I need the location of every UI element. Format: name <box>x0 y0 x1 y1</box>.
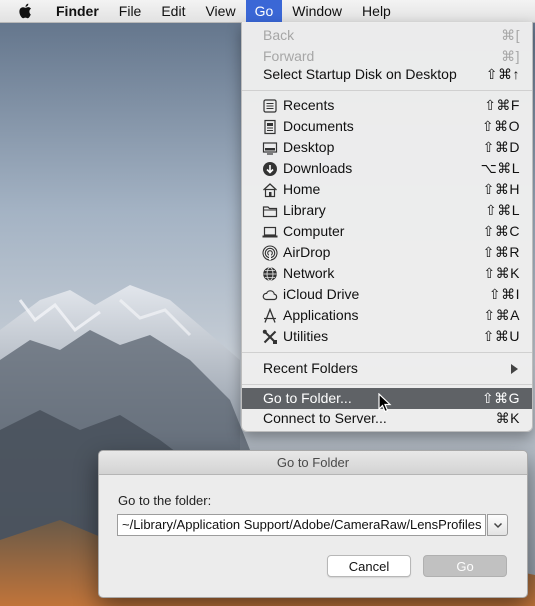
menu-separator <box>242 90 532 91</box>
menu-item-recents[interactable]: Recents ⇧⌘F <box>242 95 532 116</box>
chevron-down-icon <box>493 522 503 529</box>
menu-item-recent-folders[interactable]: Recent Folders <box>242 358 532 379</box>
path-history-dropdown[interactable] <box>487 514 508 536</box>
menu-item-utilities[interactable]: Utilities ⇧⌘U <box>242 326 532 347</box>
recents-icon <box>262 98 278 114</box>
menu-item-network[interactable]: Network ⇧⌘K <box>242 263 532 284</box>
menu-item-downloads[interactable]: Downloads ⌥⌘L <box>242 158 532 179</box>
applications-icon <box>262 308 278 324</box>
menu-item-startup-disk[interactable]: Select Startup Disk on Desktop ⇧⌘↑ <box>242 64 532 85</box>
go-to-folder-dialog: Go to Folder Go to the folder: ~/Library… <box>98 450 528 598</box>
menu-item-library[interactable]: Library ⇧⌘L <box>242 200 532 221</box>
utilities-icon <box>262 329 278 345</box>
menu-separator <box>242 352 532 353</box>
menu-file[interactable]: File <box>109 0 152 22</box>
library-folder-icon <box>262 203 278 219</box>
menu-edit[interactable]: Edit <box>151 0 195 22</box>
menu-item-desktop[interactable]: Desktop ⇧⌘D <box>242 137 532 158</box>
desktop-icon <box>262 140 278 156</box>
menu-go[interactable]: Go <box>245 0 283 22</box>
computer-icon <box>262 224 278 240</box>
menu-separator <box>242 384 532 385</box>
menu-help[interactable]: Help <box>352 0 401 22</box>
go-button[interactable]: Go <box>423 555 507 577</box>
go-menu: Back ⌘[ Forward ⌘] Select Startup Disk o… <box>241 22 533 432</box>
menu-item-airdrop[interactable]: AirDrop ⇧⌘R <box>242 242 532 263</box>
mouse-pointer-icon <box>378 393 392 413</box>
menu-item-documents[interactable]: Documents ⇧⌘O <box>242 116 532 137</box>
menu-item-computer[interactable]: Computer ⇧⌘C <box>242 221 532 242</box>
apple-menu-icon[interactable] <box>0 0 46 22</box>
menu-item-applications[interactable]: Applications ⇧⌘A <box>242 305 532 326</box>
menu-window[interactable]: Window <box>282 0 352 22</box>
menu-finder[interactable]: Finder <box>46 0 109 22</box>
dialog-prompt: Go to the folder: <box>118 493 212 508</box>
downloads-icon <box>262 161 278 177</box>
airdrop-icon <box>262 245 278 261</box>
menu-item-icloud-drive[interactable]: iCloud Drive ⇧⌘I <box>242 284 532 305</box>
menu-item-home[interactable]: Home ⇧⌘H <box>242 179 532 200</box>
network-icon <box>262 266 278 282</box>
folder-path-input[interactable]: ~/Library/Application Support/Adobe/Came… <box>117 514 486 536</box>
icloud-icon <box>262 287 278 303</box>
menu-item-back[interactable]: Back ⌘[ <box>242 25 532 46</box>
dialog-title: Go to Folder <box>99 451 527 475</box>
menu-view[interactable]: View <box>195 0 245 22</box>
submenu-arrow-icon <box>511 364 518 374</box>
cancel-button[interactable]: Cancel <box>327 555 411 577</box>
menu-bar: Finder File Edit View Go Window Help <box>0 0 535 23</box>
documents-icon <box>262 119 278 135</box>
home-icon <box>262 182 278 198</box>
